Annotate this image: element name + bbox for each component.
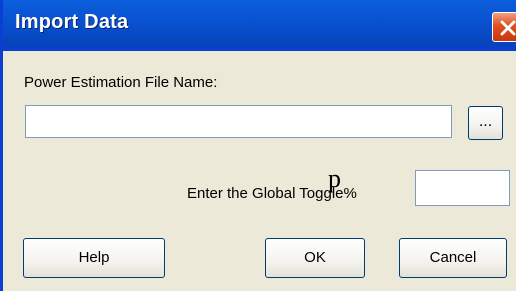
browse-button[interactable]: ... [468,106,503,140]
window-title: Import Data [15,11,129,33]
global-toggle-input[interactable] [415,170,510,206]
file-name-label: Power Estimation File Name: [24,74,218,91]
close-button[interactable] [492,12,516,42]
cancel-button[interactable]: Cancel [399,238,507,278]
toggle-overlay-glyph: p [328,164,341,193]
close-icon [500,20,516,36]
import-data-dialog: Import Data Power Estimation File Name: … [0,0,516,291]
file-name-input[interactable] [25,105,452,138]
help-button[interactable]: Help [23,238,165,278]
title-bar[interactable]: Import Data [3,0,516,51]
ok-button[interactable]: OK [265,238,365,278]
